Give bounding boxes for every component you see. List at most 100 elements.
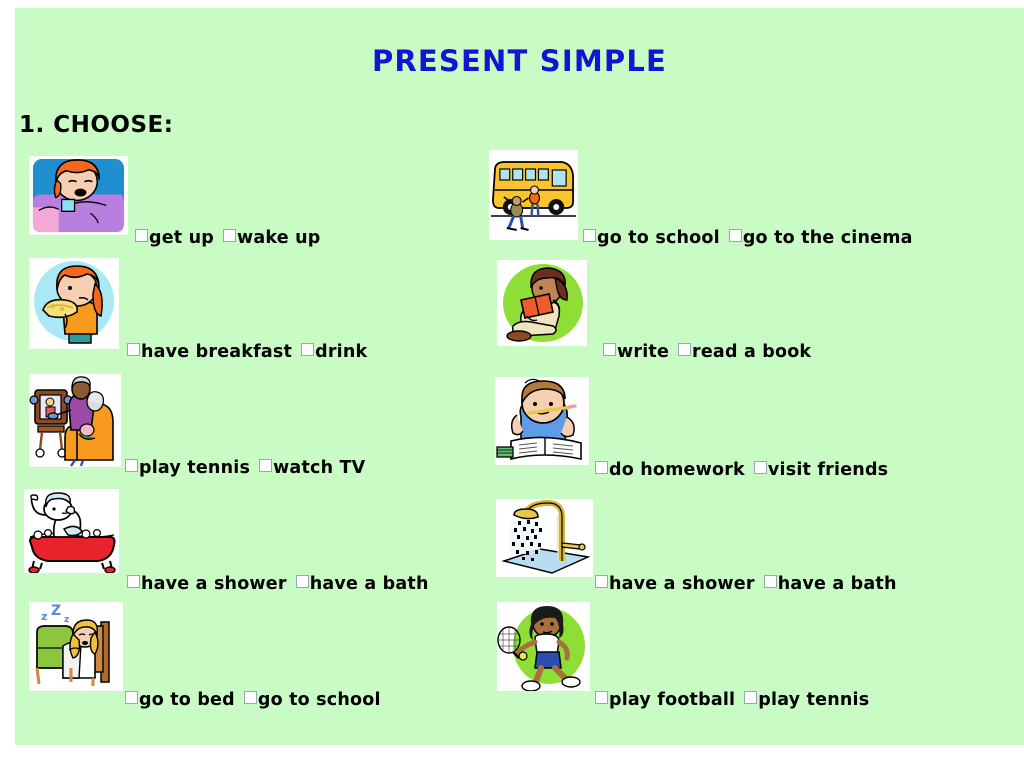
checkbox-icon[interactable] bbox=[583, 229, 596, 242]
checkbox-icon[interactable] bbox=[603, 343, 616, 356]
option-list: have a shower have a bath bbox=[595, 574, 897, 594]
option-do-homework[interactable]: do homework bbox=[595, 460, 745, 480]
exercise-item-0: get up wake up bbox=[15, 142, 475, 256]
option-go-to-the-cinema[interactable]: go to the cinema bbox=[728, 228, 913, 248]
worksheet-page: PRESENT SIMPLE 1. CHOOSE: get up wake up… bbox=[15, 8, 1024, 745]
option-label: wake up bbox=[237, 228, 321, 248]
option-play-tennis[interactable]: play tennis bbox=[744, 690, 869, 710]
checkbox-icon[interactable] bbox=[595, 575, 608, 588]
exercise-row: play tennis watch TV do homework visit f… bbox=[15, 370, 1024, 484]
illustration-watch-tv bbox=[29, 374, 121, 467]
option-label: have a bath bbox=[309, 574, 429, 594]
checkbox-icon[interactable] bbox=[753, 461, 767, 474]
option-list: play tennis watch TV bbox=[125, 458, 365, 478]
option-wake-up[interactable]: wake up bbox=[223, 228, 321, 248]
illustration-read-a-book bbox=[497, 260, 587, 346]
option-read-a-book[interactable]: read a book bbox=[678, 342, 811, 362]
exercise-item-6: have a shower have a bath bbox=[15, 484, 475, 598]
exercise-item-9: play football play tennis bbox=[473, 598, 1024, 712]
exercise-item-5: do homework visit friends bbox=[473, 370, 1024, 484]
checkbox-icon[interactable] bbox=[678, 343, 692, 356]
option-label: visit friends bbox=[767, 460, 889, 480]
option-label: go to school bbox=[257, 690, 381, 710]
option-label: do homework bbox=[609, 460, 745, 480]
exercise-item-1: go to school go to the cinema bbox=[473, 142, 1024, 256]
checkbox-icon[interactable] bbox=[127, 575, 140, 588]
option-list: go to school go to the cinema bbox=[583, 228, 913, 248]
option-label: have a shower bbox=[609, 574, 755, 594]
option-go-to-school[interactable]: go to school bbox=[243, 690, 381, 710]
checkbox-icon[interactable] bbox=[728, 229, 742, 242]
exercise-row: get up wake up go to school go to the ci… bbox=[15, 142, 1024, 256]
checkbox-icon[interactable] bbox=[595, 461, 608, 474]
option-label: play football bbox=[609, 690, 736, 710]
exercise-row: have a shower have a bath have a shower … bbox=[15, 484, 1024, 598]
illustration-play-tennis bbox=[497, 602, 590, 691]
option-list: have a shower have a bath bbox=[127, 574, 429, 594]
option-label: have breakfast bbox=[141, 342, 293, 362]
checkbox-icon[interactable] bbox=[125, 459, 138, 472]
illustration-have-a-bath bbox=[24, 489, 119, 573]
checkbox-icon[interactable] bbox=[295, 575, 309, 588]
illustration-do-homework bbox=[495, 377, 589, 465]
option-go-to-bed[interactable]: go to bed bbox=[125, 690, 235, 710]
exercise-row: z Z z go to bed go to school play footba… bbox=[15, 598, 1024, 712]
illustration-have-a-shower bbox=[496, 499, 593, 577]
option-drink[interactable]: drink bbox=[301, 342, 367, 362]
exercise-item-4: play tennis watch TV bbox=[15, 370, 475, 484]
option-visit-friends[interactable]: visit friends bbox=[753, 460, 889, 480]
svg-text:z: z bbox=[41, 610, 47, 623]
checkbox-icon[interactable] bbox=[763, 575, 777, 588]
checkbox-icon[interactable] bbox=[595, 691, 608, 704]
illustration-wake-up bbox=[29, 156, 128, 235]
exercise-item-7: have a shower have a bath bbox=[473, 484, 1024, 598]
option-have-a-shower[interactable]: have a shower bbox=[595, 574, 755, 594]
checkbox-icon[interactable] bbox=[259, 459, 273, 472]
option-label: read a book bbox=[692, 342, 812, 362]
exercise-item-3: write read a book bbox=[473, 256, 1024, 370]
option-list: write read a book bbox=[603, 342, 811, 362]
checkbox-icon[interactable] bbox=[223, 229, 237, 242]
option-have-breakfast[interactable]: have breakfast bbox=[127, 342, 292, 362]
option-label: play tennis bbox=[139, 458, 251, 478]
option-label: have a bath bbox=[777, 574, 897, 594]
svg-text:z: z bbox=[64, 615, 69, 625]
checkbox-icon[interactable] bbox=[301, 343, 315, 356]
exercise-instruction: 1. CHOOSE: bbox=[19, 112, 174, 138]
option-play-football[interactable]: play football bbox=[595, 690, 735, 710]
checkbox-icon[interactable] bbox=[744, 691, 758, 704]
option-label: get up bbox=[149, 228, 215, 248]
illustration-have-breakfast bbox=[29, 258, 119, 349]
checkbox-icon[interactable] bbox=[127, 343, 140, 356]
illustration-school-bus bbox=[489, 150, 578, 240]
option-have-a-bath[interactable]: have a bath bbox=[295, 574, 429, 594]
exercise-row: have breakfast drink write read a book bbox=[15, 256, 1024, 370]
exercise-grid: get up wake up go to school go to the ci… bbox=[15, 142, 1024, 712]
page-title: PRESENT SIMPLE bbox=[371, 44, 668, 78]
option-watch-tv[interactable]: watch TV bbox=[259, 458, 365, 478]
option-play-tennis[interactable]: play tennis bbox=[125, 458, 250, 478]
option-list: go to bed go to school bbox=[125, 690, 381, 710]
option-label: go to school bbox=[597, 228, 720, 248]
option-label: play tennis bbox=[758, 690, 870, 710]
checkbox-icon[interactable] bbox=[125, 691, 138, 704]
option-label: write bbox=[617, 342, 670, 362]
option-list: have breakfast drink bbox=[127, 342, 367, 362]
checkbox-icon[interactable] bbox=[243, 691, 257, 704]
svg-text:Z: Z bbox=[51, 603, 61, 619]
option-label: drink bbox=[315, 342, 368, 362]
option-list: play football play tennis bbox=[595, 690, 869, 710]
option-label: have a shower bbox=[141, 574, 287, 594]
option-label: watch TV bbox=[273, 458, 366, 478]
checkbox-icon[interactable] bbox=[135, 229, 148, 242]
illustration-go-to-bed: z Z z bbox=[29, 602, 123, 691]
option-label: go to bed bbox=[139, 690, 235, 710]
exercise-item-2: have breakfast drink bbox=[15, 256, 475, 370]
option-write[interactable]: write bbox=[603, 342, 669, 362]
option-go-to-school[interactable]: go to school bbox=[583, 228, 720, 248]
option-have-a-bath[interactable]: have a bath bbox=[763, 574, 897, 594]
option-have-a-shower[interactable]: have a shower bbox=[127, 574, 287, 594]
exercise-item-8: z Z z go to bed go to school bbox=[15, 598, 475, 712]
option-list: do homework visit friends bbox=[595, 460, 888, 480]
option-get-up[interactable]: get up bbox=[135, 228, 214, 248]
